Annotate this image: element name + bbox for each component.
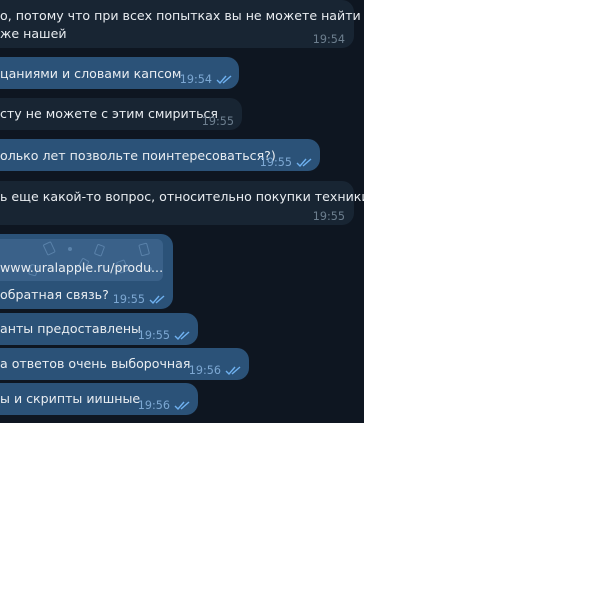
message-time: 19:54 (313, 30, 345, 49)
read-check-icon (174, 331, 190, 341)
message-text: же нашей (0, 26, 67, 41)
message-text: цаниями и словами капсом (0, 66, 182, 81)
timestamp: 19:56 (188, 364, 221, 377)
message-text: анты предоставлены (0, 321, 141, 336)
outgoing-message-with-link[interactable]: www.uralapple.ru/produ... обратная связь… (0, 234, 173, 309)
message-time: 19:55 (313, 207, 345, 226)
message-text: олько лет позвольте поинтересоваться?) (0, 148, 276, 163)
outgoing-message[interactable]: цаниями и словами капсом 19:54 (0, 57, 239, 89)
message-time: 19:55 (113, 290, 166, 309)
chat-history[interactable]: о, потому что при всех попытках вы не мо… (0, 0, 364, 423)
outgoing-message[interactable]: ы и скрипты иишные 19:56 (0, 383, 198, 415)
message-time: 19:55 (260, 153, 313, 172)
timestamp: 19:55 (259, 156, 292, 169)
timestamp: 19:54 (312, 33, 345, 46)
timestamp: 19:56 (137, 399, 170, 412)
message-text: о, потому что при всех попытках вы не мо… (0, 8, 361, 23)
message-time: 19:54 (180, 70, 233, 89)
incoming-message[interactable]: ь еще какой-то вопрос, относительно поку… (0, 181, 364, 226)
read-check-icon (296, 158, 312, 168)
message-time: 19:55 (138, 326, 191, 345)
outgoing-message[interactable]: олько лет позвольте поинтересоваться?) 1… (0, 139, 320, 171)
incoming-message[interactable]: о, потому что при всех попытках вы не мо… (0, 0, 361, 49)
message-time: 19:55 (202, 112, 234, 131)
link-url[interactable]: www.uralapple.ru/produ... (0, 258, 163, 277)
read-check-icon (216, 75, 232, 85)
message-text: а ответов очень выборочная (0, 356, 191, 371)
read-check-icon (149, 295, 165, 305)
timestamp: 19:55 (137, 329, 170, 342)
timestamp: 19:54 (179, 73, 212, 86)
outgoing-message[interactable]: анты предоставлены 19:55 (0, 313, 198, 345)
message-text: ь еще какой-то вопрос, относительно поку… (0, 189, 364, 204)
message-text: обратная связь? (0, 287, 109, 302)
message-text: сту не можете с этим смириться (0, 106, 218, 121)
timestamp: 19:55 (312, 210, 345, 223)
outgoing-message[interactable]: а ответов очень выборочная 19:56 (0, 348, 249, 380)
message-time: 19:56 (138, 396, 191, 415)
message-time: 19:56 (189, 361, 242, 380)
incoming-message[interactable]: сту не можете с этим смириться 19:55 (0, 98, 242, 130)
message-text: ы и скрипты иишные (0, 391, 141, 406)
timestamp: 19:55 (201, 115, 234, 128)
link-preview[interactable]: www.uralapple.ru/produ... (0, 239, 163, 281)
read-check-icon (174, 401, 190, 411)
timestamp: 19:55 (112, 293, 145, 306)
read-check-icon (225, 366, 241, 376)
